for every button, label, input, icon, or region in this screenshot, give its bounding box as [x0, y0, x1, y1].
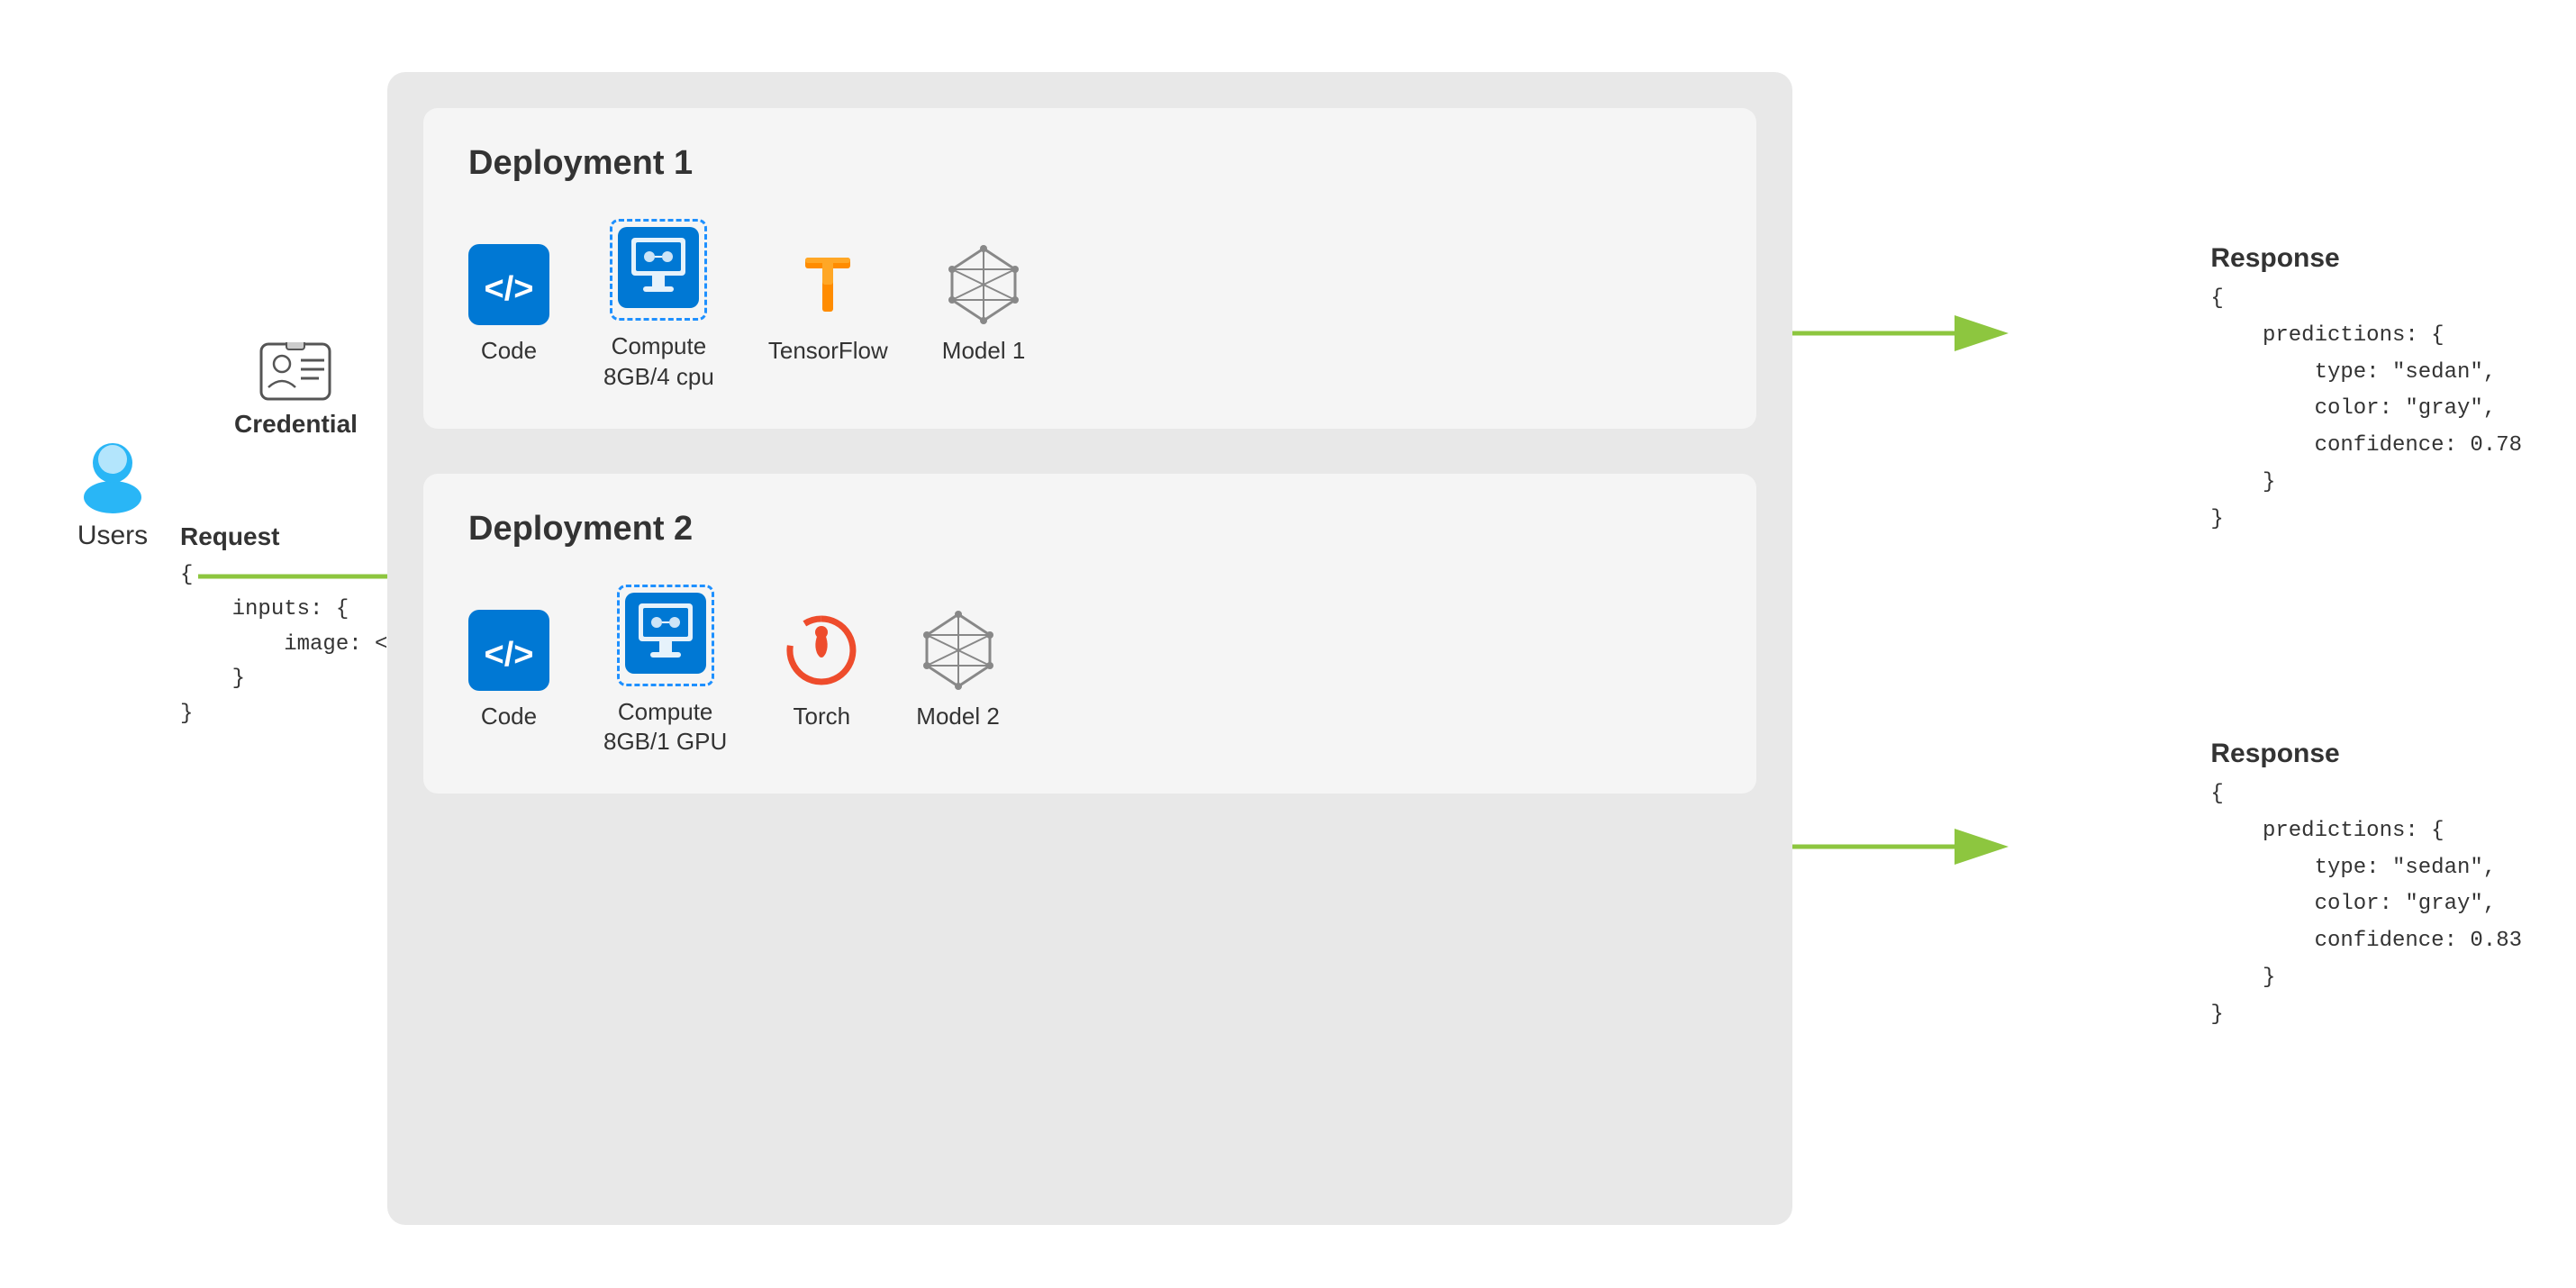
user-section: Users	[72, 432, 153, 551]
compute-wrapper-dep2	[617, 585, 714, 686]
deployment-2-icons-row: </> Code	[468, 585, 1711, 758]
response-1-code: { predictions: { type: "sedan", color: "…	[2210, 281, 2522, 539]
tensorflow-label: TensorFlow	[768, 336, 888, 367]
credential-label: Credential	[234, 410, 358, 439]
deployment-2-model-item: Model 2	[916, 610, 1000, 732]
code-icon-dep1: </>	[468, 244, 549, 325]
deployment-2-box: Deployment 2 </> Code	[423, 474, 1756, 794]
code-label-dep2: Code	[481, 702, 537, 732]
compute-label-dep1: Compute8GB/4 cpu	[603, 331, 714, 393]
torch-label: Torch	[793, 702, 850, 732]
deployment-1-box: Deployment 1 </> Code	[423, 108, 1756, 429]
model-icon-dep2	[918, 610, 999, 691]
deployment-1-icons-row: </> Code	[468, 219, 1711, 393]
response-2-code: { predictions: { type: "sedan", color: "…	[2210, 776, 2522, 1034]
svg-text:</>: </>	[485, 270, 534, 308]
deployment-1-model-item: Model 1	[942, 244, 1026, 367]
model-label-dep1: Model 1	[942, 336, 1026, 367]
response-2-section: Response { predictions: { type: "sedan",…	[2210, 739, 2522, 1034]
deployment-2-title: Deployment 2	[468, 510, 1711, 549]
deployment-1-title: Deployment 1	[468, 144, 1711, 183]
credential-section: Credential	[234, 342, 358, 439]
code-icon-dep2: </>	[468, 610, 549, 691]
tensorflow-icon	[787, 244, 868, 325]
response-2-label: Response	[2210, 739, 2522, 769]
model-icon-dep1	[943, 244, 1024, 325]
diagram-container: Users Credential Request { inputs: { ima…	[0, 0, 2576, 1288]
user-icon	[72, 432, 153, 513]
deployment-1-tensorflow-item: TensorFlow	[768, 244, 888, 367]
user-label: Users	[77, 521, 148, 551]
deployment-2-code-item: </> Code	[468, 610, 549, 732]
deployment-1-code-item: </> Code	[468, 244, 549, 367]
response-1-label: Response	[2210, 243, 2522, 274]
svg-text:</>: </>	[485, 636, 534, 674]
deployment-1-compute-item: Compute8GB/4 cpu	[603, 219, 714, 393]
deployments-container: Deployment 1 </> Code	[387, 72, 1792, 1225]
compute-icon-dep2	[625, 593, 706, 674]
credential-icon	[259, 342, 331, 401]
compute-icon-dep1	[618, 227, 699, 308]
code-label-dep1: Code	[481, 336, 537, 367]
compute-wrapper-dep1	[610, 219, 707, 321]
compute-label-dep2: Compute8GB/1 GPU	[603, 697, 727, 758]
deployment-2-torch-item: Torch	[781, 610, 862, 732]
deployment-2-compute-item: Compute8GB/1 GPU	[603, 585, 727, 758]
model-label-dep2: Model 2	[916, 702, 1000, 732]
torch-icon	[781, 610, 862, 691]
response-1-section: Response { predictions: { type: "sedan",…	[2210, 243, 2522, 539]
